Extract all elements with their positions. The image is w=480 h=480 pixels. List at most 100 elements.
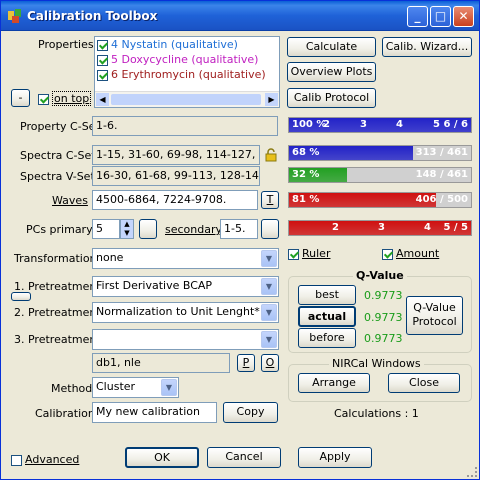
pcs-secondary-button[interactable] xyxy=(261,219,279,239)
calibration-toolbox-window: Calibration Toolbox _ □ ✕ Properties 4 N… xyxy=(0,0,480,480)
ok-button[interactable]: OK xyxy=(125,447,199,468)
pcs-primary-field[interactable]: 5 xyxy=(92,219,120,239)
list-item[interactable]: 5 Doxycycline (qualitative) xyxy=(97,53,277,68)
pretreatment-summary: db1, nle xyxy=(92,353,230,373)
window-title: Calibration Toolbox xyxy=(27,9,158,23)
chevron-down-icon[interactable]: ▼ xyxy=(261,250,277,267)
pretreatment-2-label: 2. Pretreatment xyxy=(14,306,101,319)
property-bar-tick: 3 xyxy=(360,119,367,130)
cancel-button[interactable]: Cancel xyxy=(207,447,281,468)
calib-wizard-button[interactable]: Calib. Wizard... xyxy=(382,37,472,57)
actual-button[interactable]: actual xyxy=(298,306,356,327)
spectra-vset-label: Spectra V-Set xyxy=(20,170,95,183)
calib-protocol-button[interactable]: Calib Protocol xyxy=(287,88,376,108)
spectra-cset-field: 1-15, 31-60, 69-98, 114-127, 143- xyxy=(92,145,260,165)
chevron-down-icon[interactable]: ▼ xyxy=(161,379,177,396)
waves-bar-percent: 81 % xyxy=(292,194,320,205)
chevron-down-icon[interactable]: ▼ xyxy=(261,278,277,295)
property-cset-label: Property C-Set xyxy=(20,120,100,133)
app-icon xyxy=(8,9,21,23)
pcs-spinner[interactable]: ▲ ▼ xyxy=(120,219,134,239)
pretreatment-small-button[interactable] xyxy=(11,292,31,301)
pcs-bar-tick: 4 xyxy=(424,222,431,233)
property-bar-count: 6 / 6 xyxy=(443,119,468,130)
best-value: 0.9773 xyxy=(364,289,403,302)
spectra-c-bar-percent: 68 % xyxy=(292,147,320,158)
pcs-primary-button[interactable] xyxy=(139,219,157,239)
pcs-bar-count: 5 / 5 xyxy=(443,222,468,233)
property-bar-tick: 2 xyxy=(323,119,330,130)
pretreatment-1-select[interactable]: First Derivative BCAP ▼ xyxy=(92,276,279,297)
lock-icon[interactable] xyxy=(265,148,277,162)
advanced-checkbox[interactable]: Advanced xyxy=(11,453,79,466)
waves-bar: 81 % 406 / 500 xyxy=(288,192,472,208)
copy-button[interactable]: Copy xyxy=(223,402,278,423)
list-item[interactable]: 6 Erythromycin (qualitative) xyxy=(97,68,277,83)
transformation-label: Transformation xyxy=(14,252,97,265)
resize-grip[interactable] xyxy=(467,467,477,477)
p-button[interactable]: P xyxy=(237,354,255,372)
qvalue-protocol-button[interactable]: Q-Value Protocol xyxy=(406,296,463,335)
properties-list[interactable]: 4 Nystatin (qualitative) 5 Doxycycline (… xyxy=(94,36,280,108)
chevron-down-icon[interactable]: ▼ xyxy=(261,304,277,321)
property-bar-tick: 5 xyxy=(433,119,440,130)
close-icon[interactable]: ✕ xyxy=(453,6,474,27)
transformation-select[interactable]: none ▼ xyxy=(92,248,279,269)
calculate-button[interactable]: Calculate xyxy=(287,37,376,57)
scroll-left-icon[interactable]: ◀ xyxy=(96,93,109,106)
title-bar: Calibration Toolbox _ □ ✕ xyxy=(1,1,479,31)
maximize-icon[interactable]: □ xyxy=(430,6,451,27)
overview-plots-button[interactable]: Overview Plots xyxy=(287,62,376,82)
pcs-primary-label: PCs primary xyxy=(26,223,93,236)
qvalue-group-title: Q-Value xyxy=(353,269,407,282)
pretreatment-3-label: 3. Pretreatment xyxy=(14,333,101,346)
arrange-button[interactable]: Arrange xyxy=(298,373,370,393)
properties-label: Properties xyxy=(38,38,94,51)
calibration-label: Calibration xyxy=(35,407,95,420)
list-item[interactable]: 4 Nystatin (qualitative) xyxy=(97,38,277,53)
pcs-bar: 2 3 4 5 / 5 xyxy=(288,220,472,236)
secondary-label: secondary xyxy=(165,223,223,236)
amount-checkbox[interactable]: Amount xyxy=(382,247,439,260)
ontop-checkbox[interactable]: on top xyxy=(38,91,92,106)
pcs-secondary-field[interactable]: 1-5. xyxy=(220,219,258,239)
pcs-bar-tick: 3 xyxy=(378,222,385,233)
ruler-checkbox[interactable]: Ruler xyxy=(288,247,330,260)
actual-value: 0.9773 xyxy=(364,311,403,324)
nircal-group-title: NIRCal Windows xyxy=(329,357,424,370)
remove-button[interactable]: - xyxy=(11,89,30,107)
before-value: 0.9773 xyxy=(364,332,403,345)
horizontal-scrollbar[interactable]: ◀ ▶ xyxy=(95,91,279,107)
waves-field[interactable]: 4500-6864, 7224-9708. xyxy=(92,190,258,210)
close-button[interactable]: Close xyxy=(388,373,460,393)
calculations-count: Calculations : 1 xyxy=(334,407,419,420)
spectra-cset-label: Spectra C-Set xyxy=(20,149,96,162)
spectra-v-bar-count: 148 / 461 xyxy=(415,169,468,180)
scroll-right-icon[interactable]: ▶ xyxy=(265,93,278,106)
minimize-icon[interactable]: _ xyxy=(407,6,428,27)
spectra-v-bar-percent: 32 % xyxy=(292,169,320,180)
pretreatment-3-select[interactable]: ▼ xyxy=(92,329,279,350)
spectra-c-bar-count: 313 / 461 xyxy=(415,147,468,158)
apply-button[interactable]: Apply xyxy=(298,447,372,468)
pretreatment-2-select[interactable]: Normalization to Unit Lenght* ▼ xyxy=(92,302,279,323)
method-select[interactable]: Cluster ▼ xyxy=(92,377,179,398)
scroll-thumb[interactable] xyxy=(111,94,261,105)
o-button[interactable]: O xyxy=(261,354,279,372)
best-button[interactable]: best xyxy=(298,285,356,305)
pcs-bar-tick: 2 xyxy=(332,222,339,233)
chevron-down-icon[interactable]: ▼ xyxy=(261,331,277,348)
spectra-cset-bar: 68 % 313 / 461 xyxy=(288,145,472,161)
calibration-name-field[interactable]: My new calibration xyxy=(92,402,217,423)
spectra-vset-bar: 32 % 148 / 461 xyxy=(288,167,472,183)
before-button[interactable]: before xyxy=(298,328,356,348)
t-button[interactable]: T xyxy=(261,191,279,209)
method-label: Method xyxy=(51,382,93,395)
property-bar-tick: 4 xyxy=(396,119,403,130)
property-bar: 100 % 2 3 4 5 6 / 6 xyxy=(288,117,472,133)
property-cset-field: 1-6. xyxy=(92,116,278,136)
waves-bar-count: 406 / 500 xyxy=(415,194,468,205)
waves-label: Waves xyxy=(52,194,88,207)
property-bar-percent: 100 % xyxy=(292,119,327,130)
spectra-vset-field: 16-30, 61-68, 99-113, 128-142, 17 xyxy=(92,166,260,186)
